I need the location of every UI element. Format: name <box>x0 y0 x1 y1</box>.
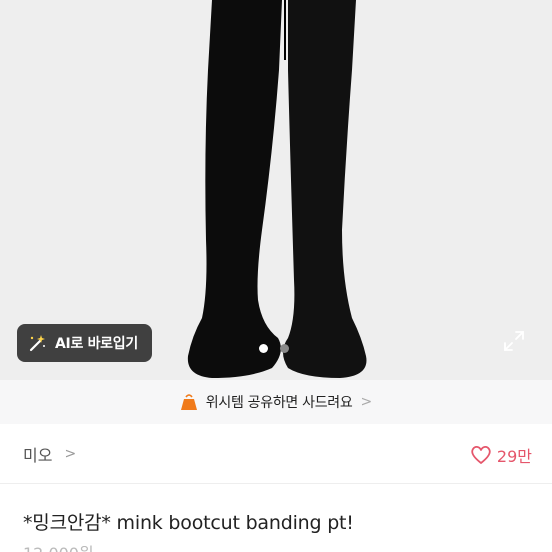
chevron-right-icon: > <box>360 394 373 410</box>
gift-bag-icon <box>180 394 197 410</box>
heart-icon <box>471 445 491 464</box>
wishlist-share-banner[interactable]: 위시템 공유하면 사드려요 > <box>0 380 552 424</box>
like-button[interactable]: 29만 <box>470 443 532 467</box>
carousel-dot[interactable] <box>280 344 289 353</box>
product-title: *밍크안감* mink bootcut banding pt! <box>23 512 354 534</box>
share-banner-text: 위시템 공유하면 사드려요 <box>205 395 353 411</box>
carousel-indicator <box>259 344 289 353</box>
shop-name[interactable]: 미오 <box>23 442 52 466</box>
carousel-dot-active[interactable] <box>259 344 268 353</box>
shop-row[interactable]: 미오 > 29만 <box>0 424 552 484</box>
ai-try-on-label: AI로 바로입기 <box>55 336 138 352</box>
like-count: 29만 <box>496 447 532 466</box>
chevron-right-icon: > <box>64 445 77 462</box>
ai-try-on-button[interactable]: AI로 바로입기 <box>17 324 152 362</box>
expand-icon[interactable] <box>502 329 526 353</box>
product-image <box>187 0 367 378</box>
product-price: 12,000원 <box>23 540 94 552</box>
product-image-carousel[interactable]: AI로 바로입기 <box>0 0 552 380</box>
magic-wand-icon <box>29 335 45 352</box>
